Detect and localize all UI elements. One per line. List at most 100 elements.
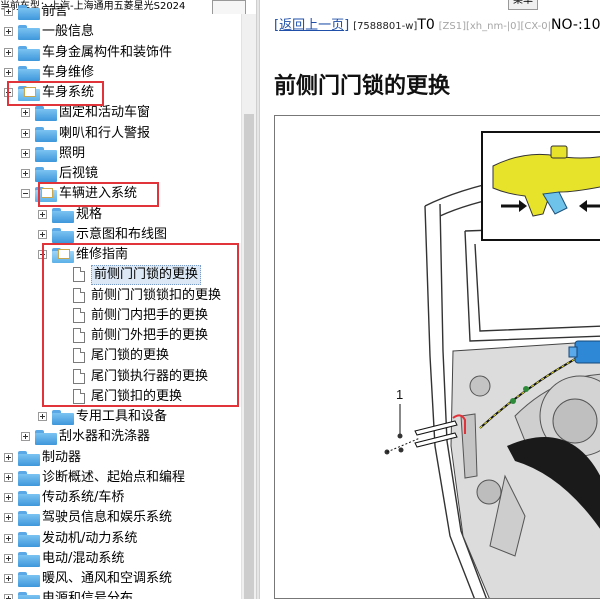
- tree-item-label: 规格: [76, 206, 103, 222]
- expand-icon[interactable]: [21, 148, 30, 158]
- tree-scrollbar-thumb[interactable]: [244, 114, 254, 599]
- tree-item[interactable]: 驾驶员信息和娱乐系统: [0, 508, 241, 528]
- tree-item[interactable]: 专用工具和设备: [0, 407, 241, 427]
- expand-icon[interactable]: [4, 472, 13, 482]
- tree-item[interactable]: 示意图和布线图: [0, 225, 241, 245]
- folder-icon: [52, 227, 74, 243]
- expand-icon[interactable]: [4, 27, 13, 37]
- folder-icon: [35, 167, 57, 182]
- expand-icon[interactable]: [38, 209, 47, 219]
- tree-item-label: 暖风、通风和空调系统: [42, 571, 173, 586]
- tree-item[interactable]: 车身金属构件和装饰件: [0, 43, 241, 63]
- tree-item[interactable]: 刮水器和洗涤器: [0, 427, 241, 447]
- tree-item[interactable]: 前言: [0, 2, 241, 22]
- folder-icon: [18, 450, 40, 466]
- expand-icon[interactable]: [4, 574, 13, 583]
- tree-item-label: 发动机/动力系统: [42, 530, 138, 546]
- document-header: [返回上一页] [7588801-w]T0 [ZS1][xh_nm-|0][CX-…: [274, 16, 600, 36]
- bracket-close: ]: [344, 18, 350, 33]
- highlight-repair-instructions: [42, 243, 239, 407]
- tree-item-label: 前言: [42, 4, 69, 19]
- callout-1: 1: [384, 387, 421, 455]
- collapse-icon[interactable]: [21, 189, 30, 199]
- menu-button[interactable]: 菜单: [508, 0, 538, 10]
- envelope-icon: [41, 188, 53, 199]
- tree-item[interactable]: 一般信息: [0, 22, 241, 42]
- expand-icon[interactable]: [4, 513, 13, 523]
- expand-icon[interactable]: [4, 47, 13, 57]
- tree-item-label: 喇叭和行人警报: [59, 125, 151, 141]
- tree-item-label: 后视镜: [59, 166, 99, 181]
- tree-item-label: 专用工具和设备: [76, 409, 168, 424]
- expand-icon[interactable]: [4, 553, 13, 563]
- tree-item-label: 传动系统/车桥: [42, 490, 125, 505]
- expand-icon[interactable]: [4, 493, 13, 502]
- folder-icon: [35, 430, 57, 446]
- tree-item[interactable]: 诊断概述、起始点和编程: [0, 468, 241, 488]
- folder-icon: [18, 572, 40, 587]
- envelope-icon: [58, 249, 70, 259]
- page-title: 前侧门门锁的更换: [274, 74, 451, 99]
- tree-item-label: 示意图和布线图: [76, 226, 168, 242]
- expand-icon[interactable]: [4, 533, 13, 543]
- expand-icon[interactable]: [38, 229, 47, 239]
- document-code: T0: [417, 17, 435, 33]
- tree-scrollbar[interactable]: [241, 14, 256, 599]
- expand-icon[interactable]: [4, 594, 13, 599]
- tree-item-label: 驾驶员信息和娱乐系统: [42, 510, 173, 526]
- tree-item-label: 一般信息: [42, 24, 95, 40]
- tree-item[interactable]: 电动/混动系统: [0, 549, 241, 569]
- tree-item[interactable]: 固定和活动车窗: [0, 103, 241, 123]
- folder-icon: [18, 45, 40, 61]
- expand-icon[interactable]: [4, 452, 13, 462]
- expand-icon[interactable]: [4, 67, 13, 77]
- back-link[interactable]: 返回上一页: [279, 18, 344, 33]
- tree-item[interactable]: 规格: [0, 205, 241, 225]
- folder-icon: [18, 65, 40, 81]
- document-code-right: NO-:10P: [551, 17, 600, 33]
- tree-item-label: 固定和活动车窗: [59, 105, 151, 121]
- folder-icon: [18, 491, 40, 506]
- expand-icon[interactable]: [21, 128, 30, 138]
- callout-label: 1: [396, 387, 403, 402]
- navigation-tree-panel: 当前车型：上汽-上海通用五菱星光S2024 前言 一般信息 车身金属构件和装饰件 车身…: [0, 0, 256, 599]
- tree-item[interactable]: 暖风、通风和空调系统: [0, 569, 241, 589]
- folder-icon: [35, 146, 57, 162]
- tree-item[interactable]: 发动机/动力系统: [0, 529, 241, 549]
- tree-item[interactable]: 照明: [0, 144, 241, 164]
- clip-green: [510, 398, 516, 404]
- folder-icon: [18, 592, 40, 599]
- folder-icon: [18, 470, 40, 486]
- door-lock-illustration: 1: [274, 115, 600, 599]
- document-id: [7588801-w]: [353, 21, 418, 32]
- folder-icon: [35, 126, 57, 142]
- folder-icon: [18, 511, 40, 527]
- tree-item-label: 车身金属构件和装饰件: [42, 44, 173, 60]
- tree-item[interactable]: 喇叭和行人警报: [0, 124, 241, 144]
- envelope-icon: [24, 87, 36, 97]
- tree-item-label: 诊断概述、起始点和编程: [42, 469, 186, 485]
- tree-item[interactable]: 制动器: [0, 448, 241, 468]
- tree-item[interactable]: 传动系统/车桥: [0, 488, 241, 508]
- folder-icon: [18, 531, 40, 547]
- tree-item[interactable]: 电源和信号分布: [0, 589, 241, 599]
- highlight-vehicle-access: [38, 182, 159, 207]
- expand-icon[interactable]: [38, 412, 47, 421]
- folder-icon: [18, 5, 40, 20]
- tree-item-label: 刮水器和洗涤器: [59, 429, 151, 445]
- tree-item-label: 照明: [59, 145, 86, 161]
- expand-icon[interactable]: [21, 432, 30, 442]
- expand-icon[interactable]: [21, 108, 30, 118]
- expand-icon[interactable]: [4, 7, 13, 16]
- folder-icon: [18, 25, 40, 41]
- tree-item-label: 电动/混动系统: [42, 550, 125, 566]
- expand-icon[interactable]: [21, 169, 30, 178]
- tree-item-label: 电源和信号分布: [42, 591, 134, 599]
- folder-icon: [35, 106, 57, 122]
- tree-item[interactable]: 后视镜: [0, 164, 241, 184]
- folder-icon: [52, 207, 74, 223]
- tree-item[interactable]: 车身维修: [0, 63, 241, 83]
- tree-item-label: 制动器: [42, 449, 82, 465]
- folder-icon: [18, 551, 40, 567]
- highlight-body-systems: [7, 81, 104, 106]
